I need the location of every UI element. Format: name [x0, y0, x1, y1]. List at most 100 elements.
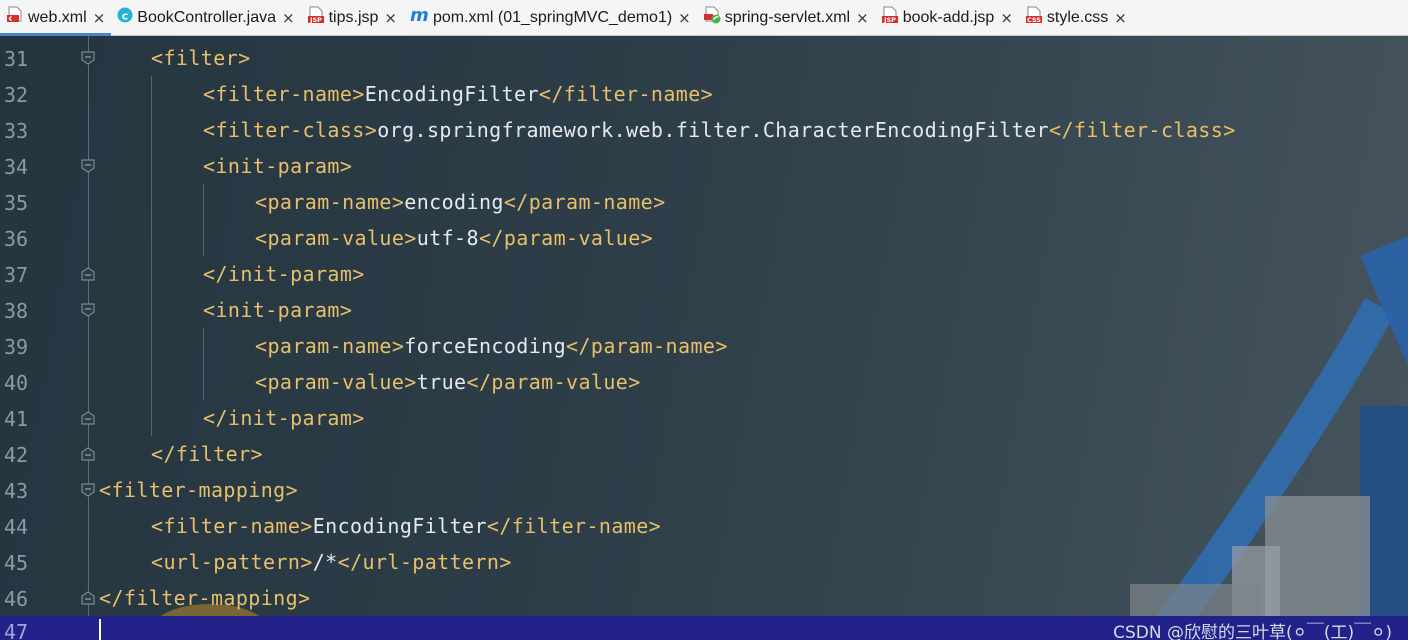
code-text: <filter-mapping>: [99, 478, 298, 502]
xml-tag: <init-param>: [203, 154, 353, 178]
xml-text: EncodingFilter: [364, 82, 539, 106]
svg-text:CSS: CSS: [1027, 16, 1041, 24]
xml-tag: </init-param>: [203, 406, 365, 430]
xml-tag: </param-name>: [503, 190, 666, 214]
indent-guide: [151, 76, 152, 436]
line-number: 45: [4, 551, 29, 575]
tab-tips-jsp[interactable]: JSP tips.jsp ×: [301, 0, 403, 35]
fold-end-icon[interactable]: [81, 447, 95, 461]
code-editor[interactable]: 31 <filter> 32 <filter-name>EncodingFilter<…: [0, 36, 1408, 640]
maven-icon: m: [409, 5, 429, 28]
code-line[interactable]: 36 <param-value>utf-8</param-value>: [0, 220, 1408, 256]
code-text: <url-pattern>/*</url-pattern>: [151, 550, 512, 574]
java-class-icon: c: [117, 7, 133, 28]
code-text: </filter>: [151, 442, 263, 466]
fold-end-icon[interactable]: [81, 267, 95, 281]
fold-end-icon[interactable]: [81, 591, 95, 605]
code-text: </filter-mapping>: [99, 586, 311, 610]
css-file-icon: CSS: [1025, 6, 1043, 29]
xml-tag: <param-name>: [255, 190, 405, 214]
tab-style-css[interactable]: CSS style.css ×: [1019, 0, 1133, 35]
editor-tab-bar: web.xml × c BookController.java × JSP tips.jsp…: [0, 0, 1408, 36]
line-number: 33: [4, 119, 29, 143]
line-number: 47: [4, 620, 29, 640]
xml-text: /*: [312, 550, 338, 574]
close-icon[interactable]: ×: [1114, 9, 1127, 27]
code-line[interactable]: 46 </filter-mapping>: [0, 580, 1408, 616]
tab-label: spring-servlet.xml: [724, 8, 851, 26]
xml-tag: </param-value>: [478, 226, 654, 250]
indent-guide: [203, 328, 204, 400]
line-number: 43: [4, 479, 29, 503]
close-icon[interactable]: ×: [1000, 9, 1013, 27]
code-line[interactable]: 33 <filter-class>org.springframework.web.…: [0, 112, 1408, 148]
tab-label: book-add.jsp: [902, 8, 995, 26]
xml-tag: </filter>: [151, 442, 263, 466]
code-text: </init-param>: [203, 262, 365, 286]
tab-pom-xml-01-springmvc-demo1[interactable]: m pom.xml (01_springMVC_demo1) ×: [403, 0, 697, 35]
code-line[interactable]: 38 <init-param>: [0, 292, 1408, 328]
fold-collapse-icon[interactable]: [81, 159, 95, 173]
code-text: <param-name>forceEncoding</param-name>: [255, 334, 728, 358]
code-line[interactable]: 34 <init-param>: [0, 148, 1408, 184]
xml-text: true: [416, 370, 467, 394]
svg-text:JSP: JSP: [883, 16, 896, 24]
code-line[interactable]: 32 <filter-name>EncodingFilter</filter-na…: [0, 76, 1408, 112]
xml-text: EncodingFilter: [312, 514, 487, 538]
current-line[interactable]: 47 CSDN @欣慰的三叶草(⚪￣(工)￣⚪): [0, 616, 1408, 640]
tab-web-xml[interactable]: web.xml ×: [0, 0, 112, 36]
code-line[interactable]: 44 <filter-name>EncodingFilter</filter-na…: [0, 508, 1408, 544]
close-icon[interactable]: ×: [856, 9, 869, 27]
code-text: <init-param>: [203, 298, 352, 322]
code-line[interactable]: 40 <param-value>true</param-value>: [0, 364, 1408, 400]
tab-bookcontroller-java[interactable]: c BookController.java ×: [111, 0, 300, 35]
xml-tag: <filter-name>: [151, 514, 313, 538]
xml-tag: <filter-name>: [203, 82, 365, 106]
xml-tag: <param-value>: [255, 226, 417, 250]
svg-text:c: c: [122, 10, 129, 23]
close-icon[interactable]: ×: [384, 9, 397, 27]
code-line[interactable]: 42 </filter>: [0, 436, 1408, 472]
code-line[interactable]: 37 </init-param>: [0, 256, 1408, 292]
line-number: 42: [4, 443, 29, 467]
line-number: 34: [4, 155, 29, 179]
fold-end-icon[interactable]: [81, 411, 95, 425]
code-line[interactable]: 35 <param-name>encoding</param-name>: [0, 184, 1408, 220]
tab-label: web.xml: [28, 8, 87, 26]
fold-collapse-icon[interactable]: [81, 483, 95, 497]
xml-tag: <filter-mapping>: [99, 478, 299, 502]
code-text: <filter-name>EncodingFilter</filter-name…: [203, 82, 713, 106]
ide-window: web.xml × c BookController.java × JSP tips.jsp…: [0, 0, 1408, 640]
line-number: 32: [4, 83, 29, 107]
line-number: 39: [4, 335, 29, 359]
xml-tag: </filter-name>: [538, 82, 714, 106]
close-icon[interactable]: ×: [93, 9, 106, 27]
close-icon[interactable]: ×: [678, 9, 691, 27]
code-line[interactable]: 45 <url-pattern>/*</url-pattern>: [0, 544, 1408, 580]
code-line[interactable]: 39 <param-name>forceEncoding</param-name>: [0, 328, 1408, 364]
code-text: <init-param>: [203, 154, 352, 178]
xml-text: org.springframework.web.filter.Character…: [377, 118, 1050, 142]
csdn-watermark: CSDN @欣慰的三叶草(⚪￣(工)￣⚪): [1113, 623, 1392, 640]
code-text: <filter-name>EncodingFilter</filter-name…: [151, 514, 661, 538]
spring-xml-icon: [703, 6, 721, 29]
tab-label: BookController.java: [137, 8, 277, 26]
code-line[interactable]: 43 <filter-mapping>: [0, 472, 1408, 508]
code-line[interactable]: 31 <filter>: [0, 40, 1408, 76]
line-number: 37: [4, 263, 29, 287]
fold-collapse-icon[interactable]: [81, 51, 95, 65]
tab-spring-servlet-xml[interactable]: spring-servlet.xml ×: [697, 0, 875, 35]
code-text: <filter-class>org.springframework.web.fi…: [203, 118, 1236, 142]
jsp-file-icon: JSP: [881, 6, 899, 29]
xml-tag: </url-pattern>: [337, 550, 512, 574]
code-text: <filter>: [151, 46, 251, 70]
code-line[interactable]: 41 </init-param>: [0, 400, 1408, 436]
xml-tag: <filter>: [151, 46, 251, 70]
svg-text:JSP: JSP: [309, 16, 322, 24]
xml-tag: <param-value>: [255, 370, 417, 394]
tab-book-add-jsp[interactable]: JSP book-add.jsp ×: [875, 0, 1019, 35]
line-number: 36: [4, 227, 29, 251]
fold-collapse-icon[interactable]: [81, 303, 95, 317]
xml-tag: <url-pattern>: [151, 550, 313, 574]
close-icon[interactable]: ×: [282, 9, 295, 27]
